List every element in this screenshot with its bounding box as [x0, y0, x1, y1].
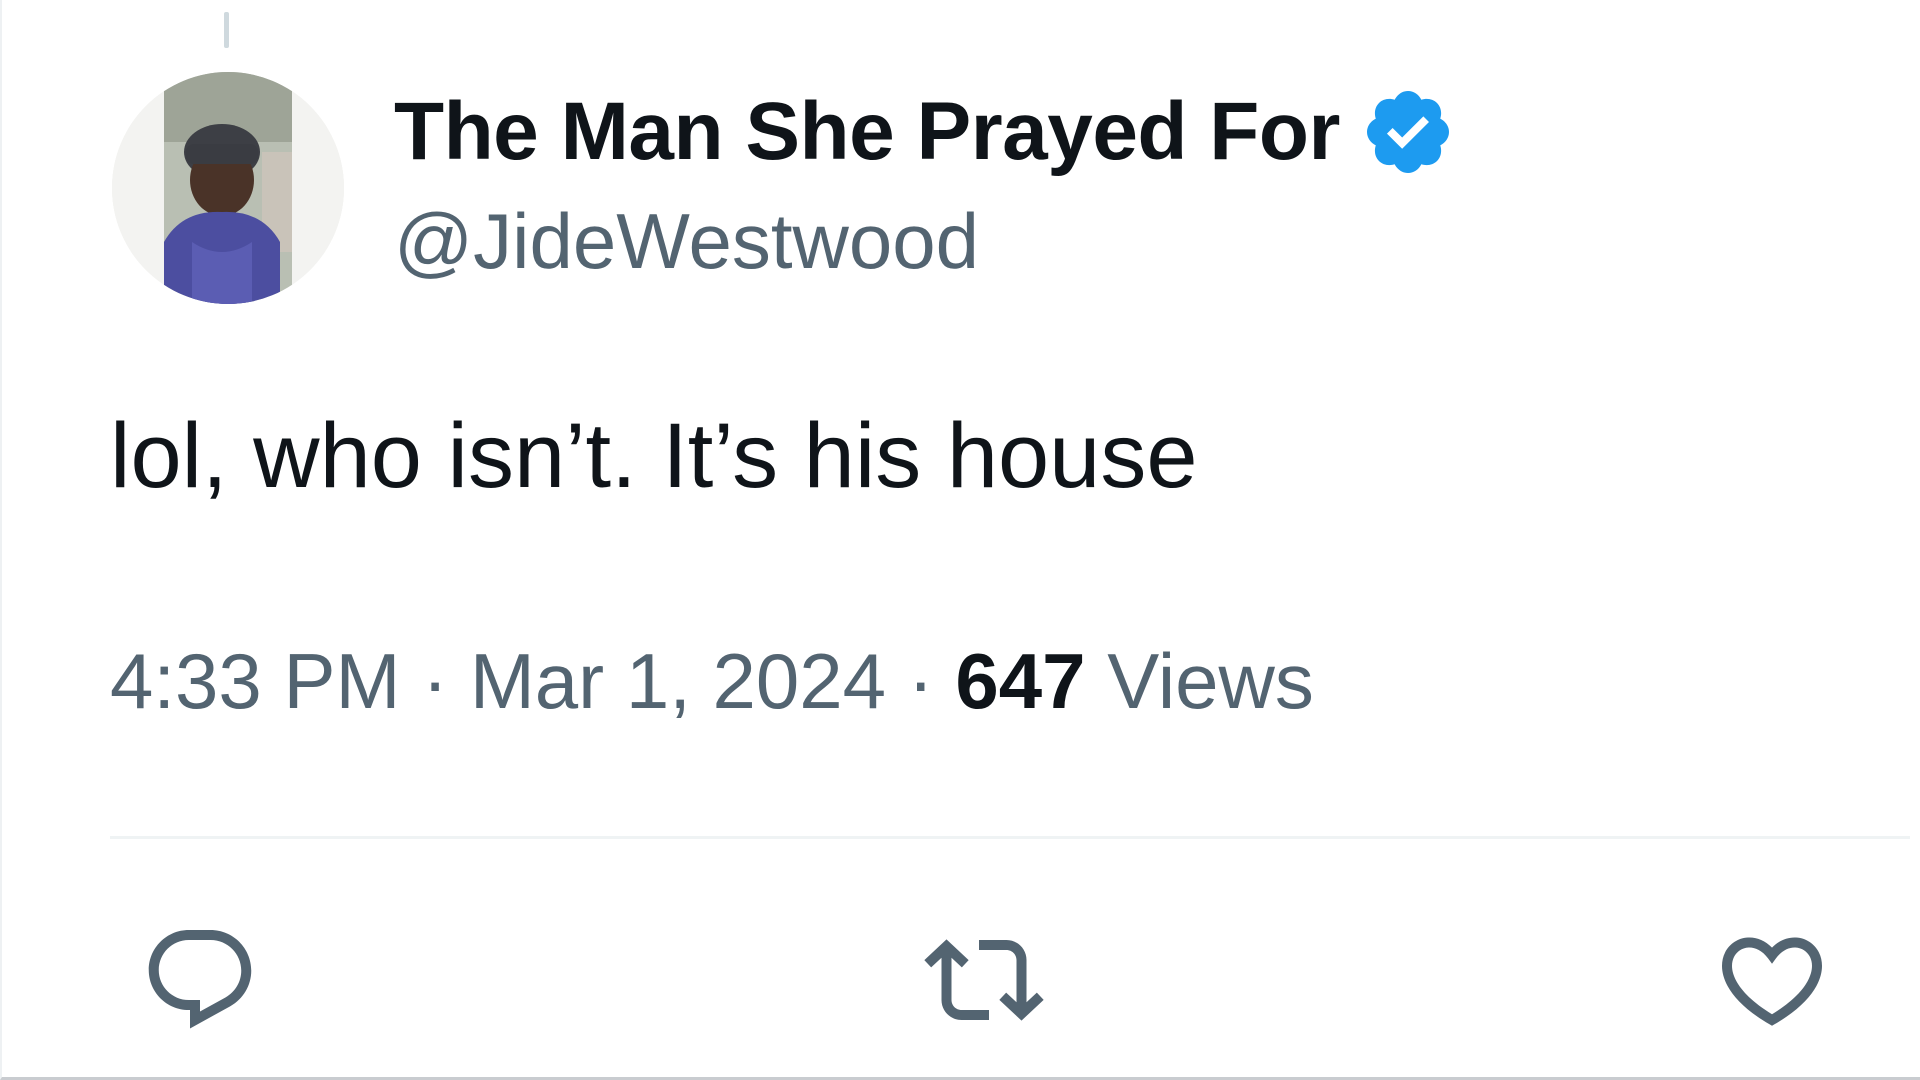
views-label[interactable]: Views — [1086, 637, 1314, 725]
heart-icon — [1721, 937, 1823, 1026]
like-button[interactable] — [1710, 918, 1834, 1042]
verified-badge-icon — [1360, 84, 1456, 180]
retweet-icon — [924, 939, 1044, 1021]
tweet-time[interactable]: 4:33 PM — [110, 637, 400, 725]
avatar[interactable] — [112, 72, 344, 304]
reply-icon — [148, 930, 252, 1029]
retweet-button[interactable] — [922, 918, 1046, 1042]
tweet-card: The Man She Prayed For @JideWestwood lol… — [0, 0, 1920, 1080]
meta-separator: · — [400, 637, 470, 725]
author-handle[interactable]: @JideWestwood — [394, 196, 979, 287]
tweet-date[interactable]: Mar 1, 2024 — [470, 637, 886, 725]
tweet-text: lol, who isn’t. It’s his house — [110, 405, 1198, 507]
reply-button[interactable] — [138, 918, 262, 1042]
user-avatar-photo-icon — [112, 72, 344, 304]
divider — [110, 836, 1910, 839]
views-count[interactable]: 647 — [955, 637, 1085, 725]
thread-connector-line — [224, 12, 229, 48]
meta-separator: · — [886, 637, 956, 725]
display-name[interactable]: The Man She Prayed For — [394, 85, 1340, 179]
tweet-meta: 4:33 PM · Mar 1, 2024 · 647 Views — [110, 636, 1314, 727]
author-name-row[interactable]: The Man She Prayed For — [394, 80, 1456, 184]
